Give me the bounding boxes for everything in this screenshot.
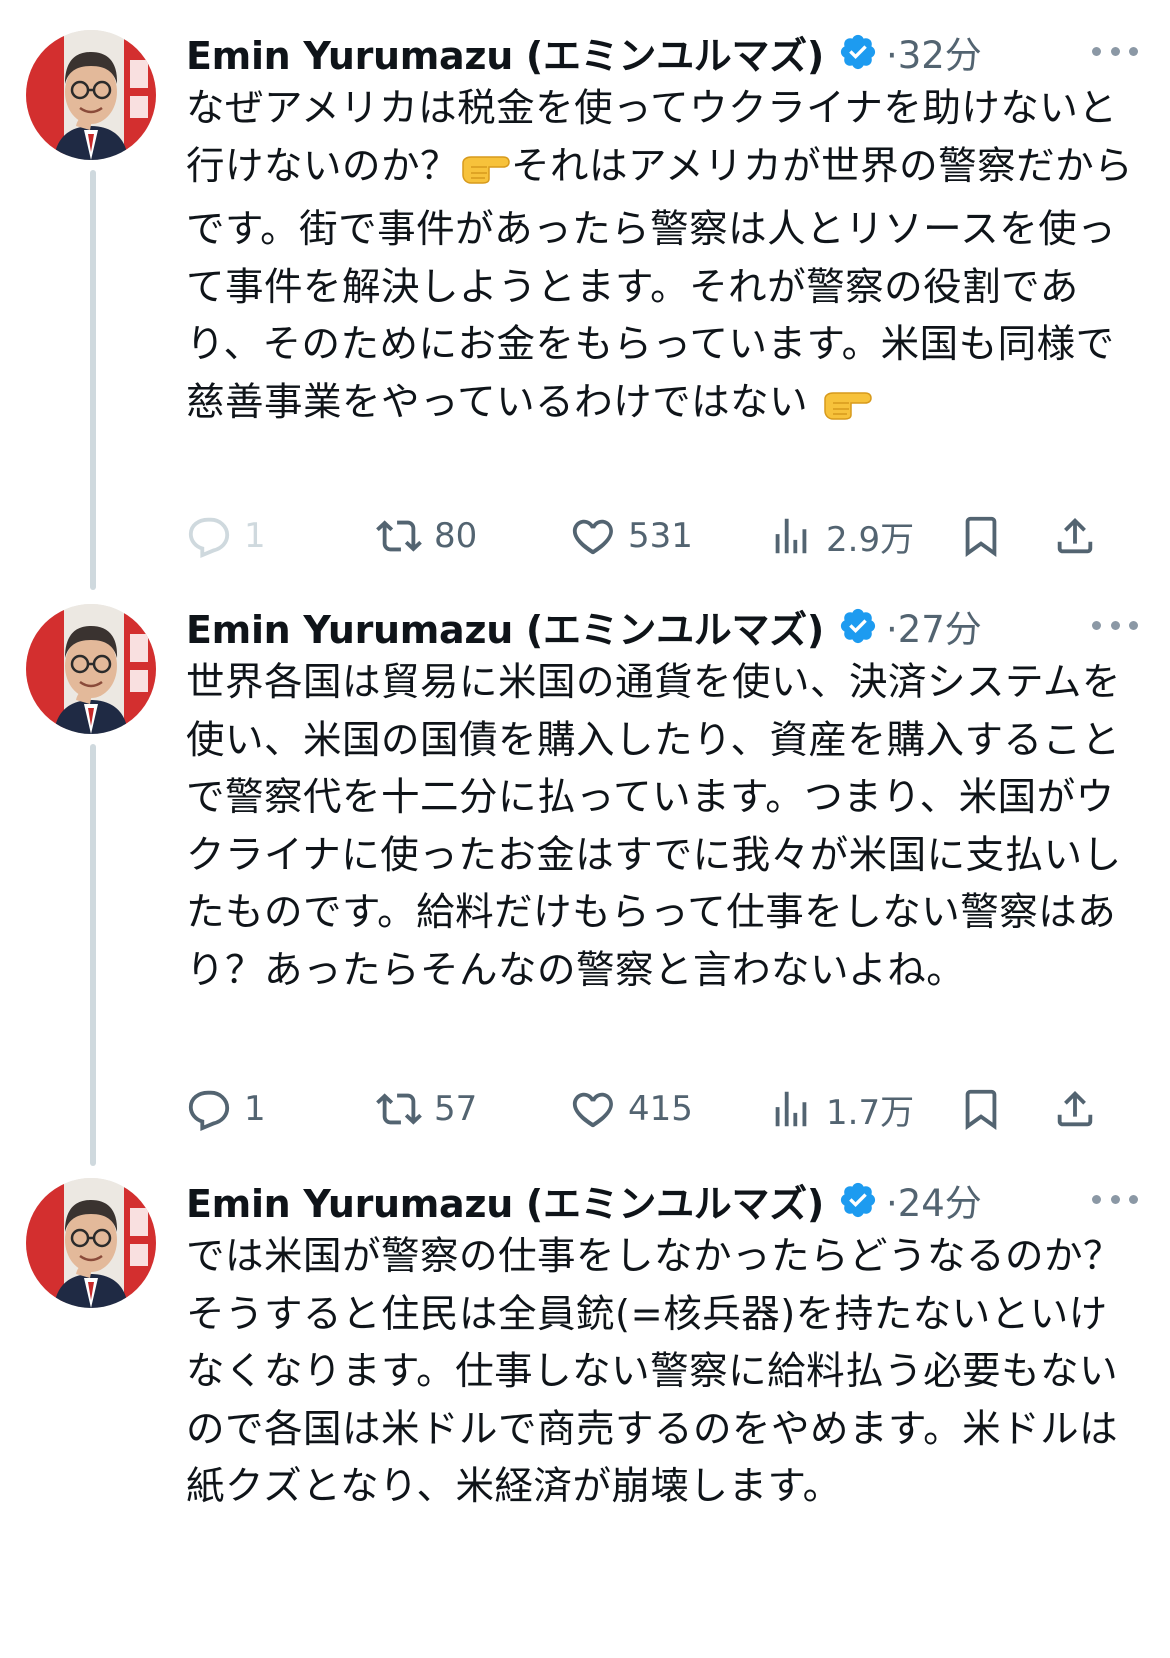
retweet-icon xyxy=(376,1093,422,1125)
reply-icon xyxy=(188,517,230,559)
views-icon xyxy=(775,1091,807,1127)
retweet-button[interactable]: 57 xyxy=(376,1079,477,1139)
reply-button[interactable]: 1 xyxy=(186,1079,266,1139)
tweet-text: 世界各国は貿易に米国の通貨を使い、決済システムを使い、米国の国債を購入したり、資… xyxy=(186,660,1122,993)
share-button[interactable] xyxy=(1052,1079,1098,1139)
view-count: 1.7万 xyxy=(826,1092,915,1133)
tweet[interactable]: Emin Yurumazu (エミンユルマズ) ·32分 なぜアメリカは税金を使… xyxy=(0,0,1170,600)
tweet[interactable]: Emin Yurumazu (エミンユルマズ) ·27分 世界各国は貿易に米国の… xyxy=(0,574,1170,1174)
tweet-text: では米国が警察の仕事をしなかったらどうなるのか？そうすると住民は全員銃(=核兵器… xyxy=(186,1234,1123,1509)
author-name[interactable]: Emin Yurumazu (エミンユルマズ) xyxy=(186,1173,824,1228)
retweet-button[interactable]: 80 xyxy=(376,506,477,566)
reply-count: 1 xyxy=(244,516,266,556)
tweet[interactable]: Emin Yurumazu (エミンユルマズ) ·24分 では米国が警察の仕事を… xyxy=(0,1148,1170,1658)
views-button[interactable]: 1.7万 xyxy=(768,1079,914,1139)
avatar-image xyxy=(26,604,156,734)
timestamp[interactable]: ·32分 xyxy=(886,25,982,79)
reply-button[interactable]: 1 xyxy=(186,506,266,566)
like-icon xyxy=(572,519,613,555)
author-name[interactable]: Emin Yurumazu (エミンユルマズ) xyxy=(186,599,824,654)
like-button[interactable]: 415 xyxy=(570,1079,693,1139)
retweet-count: 57 xyxy=(434,1089,478,1129)
views-button[interactable]: 2.9万 xyxy=(768,506,914,566)
bookmark-button[interactable] xyxy=(958,1079,1004,1139)
thread: Emin Yurumazu (エミンユルマズ) ·32分 なぜアメリカは税金を使… xyxy=(0,0,1170,1658)
tweet-text: なぜアメリカは税金を使ってウクライナを助けないと行けないのか？ それはアメリカが世… xyxy=(186,80,1136,437)
author-name[interactable]: Emin Yurumazu (エミンユルマズ) xyxy=(186,25,824,80)
avatar[interactable] xyxy=(26,1178,156,1308)
avatar-image xyxy=(26,1178,156,1308)
like-count: 531 xyxy=(628,516,693,556)
timestamp[interactable]: ·24分 xyxy=(886,1173,982,1227)
more-icon[interactable] xyxy=(1092,1192,1138,1206)
tweet-actions: 1 57 415 1.7万 xyxy=(186,1079,1146,1139)
verified-badge-icon xyxy=(838,1180,878,1220)
verified-badge-icon xyxy=(838,606,878,646)
more-icon[interactable] xyxy=(1092,618,1138,632)
pointing-right-hand-emoji xyxy=(821,380,873,438)
views-icon xyxy=(775,518,807,554)
avatar[interactable] xyxy=(26,30,156,160)
tweet-header: Emin Yurumazu (エミンユルマズ) ·24分 xyxy=(186,1172,982,1228)
tweet-header: Emin Yurumazu (エミンユルマズ) ·27分 xyxy=(186,598,982,654)
like-icon xyxy=(572,1092,613,1128)
view-count: 2.9万 xyxy=(826,519,915,560)
like-count: 415 xyxy=(628,1089,693,1129)
tweet-actions: 1 80 531 2.9万 xyxy=(186,506,1146,566)
avatar[interactable] xyxy=(26,604,156,734)
tweet-header: Emin Yurumazu (エミンユルマズ) ·32分 xyxy=(186,24,982,80)
bookmark-icon xyxy=(965,516,997,557)
share-icon xyxy=(1057,1090,1093,1127)
more-icon[interactable] xyxy=(1092,44,1138,58)
reply-count: 1 xyxy=(244,1089,266,1129)
timestamp[interactable]: ·27分 xyxy=(886,599,982,653)
bookmark-button[interactable] xyxy=(958,506,1004,566)
reply-icon xyxy=(188,1090,230,1132)
like-button[interactable]: 531 xyxy=(570,506,693,566)
retweet-icon xyxy=(376,520,422,552)
pointing-right-hand-emoji xyxy=(459,144,511,202)
retweet-count: 80 xyxy=(434,516,478,556)
verified-badge-icon xyxy=(838,32,878,72)
avatar-image xyxy=(26,30,156,160)
share-icon xyxy=(1057,517,1093,554)
bookmark-icon xyxy=(965,1089,997,1130)
share-button[interactable] xyxy=(1052,506,1098,566)
